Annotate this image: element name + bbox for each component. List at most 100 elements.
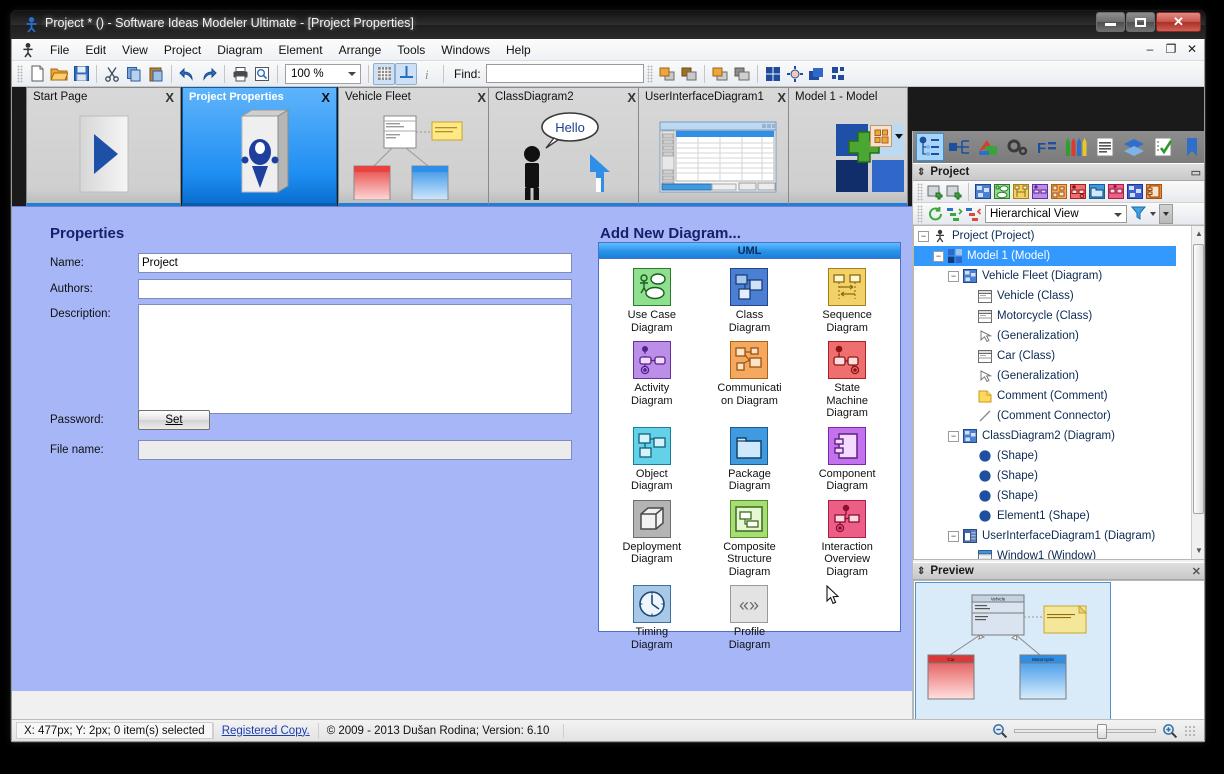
- gallery-item-class-diagram[interactable]: Class Diagram: [701, 265, 799, 336]
- set-password-button[interactable]: Set: [138, 410, 210, 430]
- distribute-icon[interactable]: [828, 63, 850, 85]
- find-input[interactable]: [485, 64, 644, 83]
- undo-icon[interactable]: [176, 63, 198, 85]
- menu-help[interactable]: Help: [498, 40, 539, 60]
- model-hierarchy-icon[interactable]: [945, 133, 973, 161]
- tree-node[interactable]: (Shape): [914, 466, 1204, 486]
- menu-windows[interactable]: Windows: [433, 40, 498, 60]
- zoom-out-icon[interactable]: [992, 723, 1008, 739]
- add-state-machine-diagram-icon[interactable]: [1068, 182, 1087, 201]
- expand-all-icon[interactable]: [945, 204, 964, 223]
- layers-icon[interactable]: [806, 63, 828, 85]
- checklist-icon[interactable]: [1149, 133, 1177, 161]
- print-preview-icon[interactable]: [251, 63, 273, 85]
- filter-dropdown-chevron-icon[interactable]: [1150, 211, 1156, 216]
- project-tree-icon[interactable]: [916, 133, 945, 161]
- add-activity-diagram-icon[interactable]: [1030, 182, 1049, 201]
- mdi-restore-button[interactable]: ❐: [1165, 42, 1177, 56]
- gallery-item-timing-diagram[interactable]: Timing Diagram: [603, 582, 701, 653]
- tree-node[interactable]: (Comment Connector): [914, 406, 1204, 426]
- license-link[interactable]: Registered Copy.: [212, 722, 318, 739]
- name-input[interactable]: [138, 253, 572, 273]
- info-icon[interactable]: i: [417, 63, 439, 85]
- panel-pin-icon[interactable]: ⇕: [917, 566, 925, 577]
- add-communication-diagram-icon[interactable]: [1049, 182, 1068, 201]
- close-button[interactable]: ✕: [1156, 12, 1201, 32]
- tab-close-icon[interactable]: X: [627, 90, 636, 105]
- redo-icon[interactable]: [198, 63, 220, 85]
- gallery-item-object-diagram[interactable]: Object Diagram: [603, 424, 701, 495]
- bring-forward-icon[interactable]: [709, 63, 731, 85]
- tree-node[interactable]: − Vehicle Fleet (Diagram): [914, 266, 1204, 286]
- add-interaction-overview-icon[interactable]: [1106, 182, 1125, 201]
- new-document-icon[interactable]: [26, 63, 48, 85]
- print-icon[interactable]: [229, 63, 251, 85]
- close-icon[interactable]: ✕: [1192, 565, 1201, 578]
- zoom-slider-thumb[interactable]: [1097, 723, 1107, 739]
- save-icon[interactable]: [70, 63, 92, 85]
- tree-toolbar-grip[interactable]: [917, 182, 923, 201]
- tree-vertical-scrollbar[interactable]: ▲ ▼: [1191, 226, 1204, 559]
- gallery-item-communication-diagram[interactable]: Communicati on Diagram: [701, 338, 799, 422]
- refresh-icon[interactable]: [926, 204, 945, 223]
- tree-node[interactable]: Comment (Comment): [914, 386, 1204, 406]
- authors-input[interactable]: [138, 279, 572, 299]
- zoom-slider[interactable]: [1014, 723, 1156, 739]
- collapse-all-icon[interactable]: [964, 204, 983, 223]
- toolbar-grip-2[interactable]: [646, 64, 653, 83]
- gallery-item-package-diagram[interactable]: Package Diagram: [701, 424, 799, 495]
- add-class-diagram-icon[interactable]: [973, 182, 992, 201]
- send-to-back-icon[interactable]: [678, 63, 700, 85]
- menu-view[interactable]: View: [114, 40, 156, 60]
- scroll-down-icon[interactable]: ▼: [1194, 546, 1204, 556]
- menu-edit[interactable]: Edit: [77, 40, 114, 60]
- add-model-icon[interactable]: [926, 182, 945, 201]
- group-icon[interactable]: [762, 63, 784, 85]
- add-object-diagram-icon[interactable]: [1125, 182, 1144, 201]
- zoom-level-combo[interactable]: 100 %: [285, 63, 361, 84]
- tree-node[interactable]: − Project (Project): [914, 226, 1204, 246]
- tab-close-icon[interactable]: X: [165, 90, 174, 105]
- tree-expander-icon[interactable]: −: [948, 530, 959, 542]
- project-tree[interactable]: − Project (Project) − Model 1 (Model) − Vehic…: [913, 225, 1204, 560]
- menu-file[interactable]: File: [42, 40, 77, 60]
- gallery-item-component-diagram[interactable]: Component Diagram: [798, 424, 896, 495]
- scroll-up-icon[interactable]: ▲: [1194, 229, 1204, 239]
- gallery-item-use-case-diagram[interactable]: Use Case Diagram: [603, 265, 701, 336]
- zoom-in-icon[interactable]: [1162, 723, 1178, 739]
- menu-arrange[interactable]: Arrange: [331, 40, 390, 60]
- tree-view-mode-combo[interactable]: Hierarchical View: [985, 204, 1127, 223]
- tree-node[interactable]: (Shape): [914, 486, 1204, 506]
- panel-pin-icon[interactable]: ⇕: [917, 167, 925, 178]
- tree-expander-icon[interactable]: −: [948, 270, 959, 282]
- send-backward-icon[interactable]: [731, 63, 753, 85]
- tree-node[interactable]: Car (Class): [914, 346, 1204, 366]
- filter-icon[interactable]: [1127, 204, 1149, 223]
- tree-node[interactable]: (Generalization): [914, 366, 1204, 386]
- toolbar-overflow-button[interactable]: [1159, 203, 1173, 224]
- tree-expander-icon[interactable]: −: [933, 250, 944, 262]
- copy-icon[interactable]: [123, 63, 145, 85]
- bookmark-icon[interactable]: [1178, 133, 1204, 161]
- tree-node[interactable]: − ClassDiagram2 (Diagram): [914, 426, 1204, 446]
- tree-node[interactable]: Motorcycle (Class): [914, 306, 1204, 326]
- settings-icon[interactable]: [1003, 133, 1031, 161]
- tree-node[interactable]: − Model 1 (Model): [914, 246, 1176, 266]
- cut-icon[interactable]: [101, 63, 123, 85]
- styles-icon[interactable]: [974, 133, 1002, 161]
- minimize-button[interactable]: [1096, 12, 1125, 32]
- format-icon[interactable]: F: [1033, 133, 1061, 161]
- panel-autohide-icon[interactable]: ▭: [1191, 166, 1201, 179]
- add-use-case-diagram-icon[interactable]: [992, 182, 1011, 201]
- show-grid-icon[interactable]: [373, 62, 395, 85]
- gallery-item-activity-diagram[interactable]: Activity Diagram: [603, 338, 701, 422]
- open-folder-icon[interactable]: [48, 63, 70, 85]
- toolbar-grip[interactable]: [17, 64, 23, 83]
- layers-icon[interactable]: [1120, 133, 1148, 161]
- description-textarea[interactable]: [138, 304, 572, 414]
- palette-icon[interactable]: [1062, 133, 1090, 161]
- tree-expander-icon[interactable]: −: [918, 230, 929, 242]
- gallery-item-interaction-overview-diagram[interactable]: Interaction Overview Diagram: [798, 497, 896, 581]
- gallery-item-deployment-diagram[interactable]: Deployment Diagram: [603, 497, 701, 581]
- tab-classdiagram2[interactable]: ClassDiagram2 X Hello: [488, 87, 643, 206]
